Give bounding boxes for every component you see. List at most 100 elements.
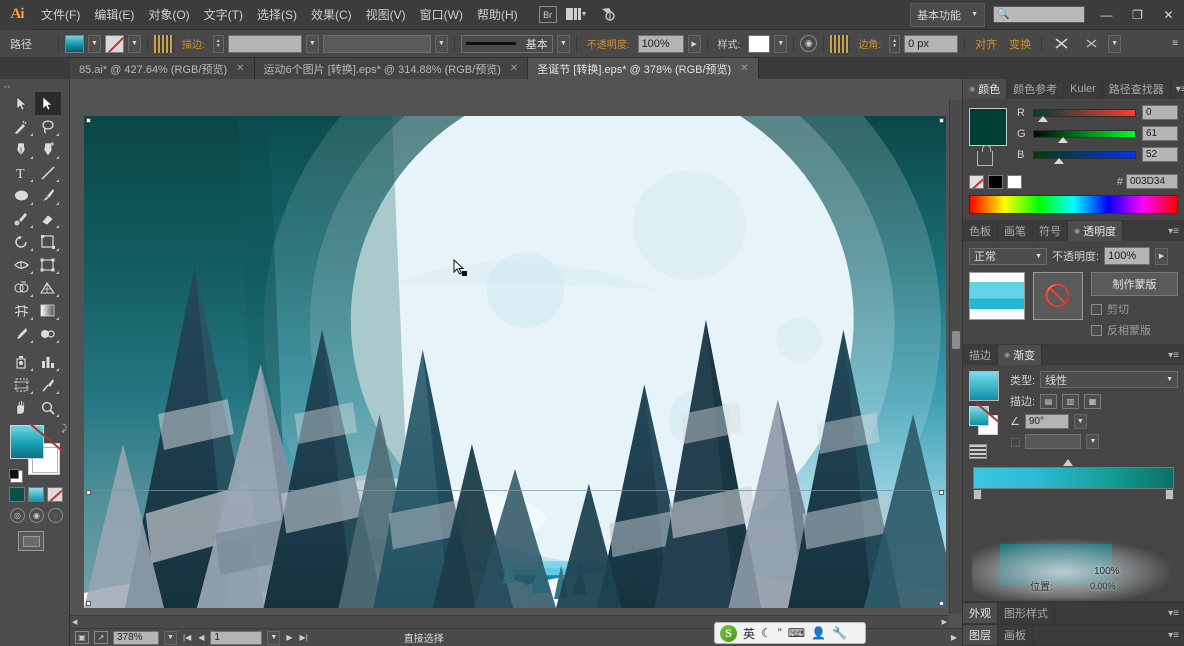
gradient-stop[interactable]: [973, 489, 982, 500]
invert-mask-checkbox-row[interactable]: 反相蒙版: [1091, 322, 1178, 338]
style-arrow[interactable]: ▼: [774, 34, 788, 53]
gradient-midpoint-marker[interactable]: [1063, 459, 1074, 466]
blend-tool[interactable]: [35, 322, 62, 345]
search-input[interactable]: 🔍: [993, 6, 1085, 23]
share-on-behance-icon[interactable]: ↗: [94, 631, 108, 644]
stroke-gradient-along-icon[interactable]: ▥: [1062, 393, 1080, 409]
restore-button[interactable]: ❐: [1122, 0, 1153, 30]
white-color-swatch[interactable]: [1007, 174, 1022, 189]
lock-icon[interactable]: [977, 144, 993, 166]
slider-thumb-r[interactable]: [1038, 115, 1049, 122]
menu-effect[interactable]: 效果(C): [304, 0, 359, 29]
add-anchor-point-tool[interactable]: [35, 138, 62, 161]
gradient-stop[interactable]: [1165, 489, 1174, 500]
graphic-style-swatch[interactable]: [748, 34, 771, 53]
artboard-tool[interactable]: [8, 373, 35, 396]
object-thumbnail[interactable]: [969, 272, 1025, 320]
gradient-fill-stroke-toggle[interactable]: [969, 402, 1001, 436]
clip-checkbox-row[interactable]: 剪切: [1091, 301, 1178, 317]
scroll-right-arrow[interactable]: ▶: [942, 618, 947, 626]
tab-appearance[interactable]: 外观: [963, 603, 998, 623]
gradient-angle-field[interactable]: 90°: [1024, 414, 1069, 429]
tab-close-icon[interactable]: ✕: [510, 63, 518, 74]
blob-brush-tool[interactable]: [8, 207, 35, 230]
zoom-tool[interactable]: [35, 396, 62, 419]
tab-close-icon[interactable]: ✕: [236, 63, 244, 74]
tab-symbols[interactable]: 符号: [1033, 221, 1068, 241]
workspace-selector[interactable]: 基本功能 ▼: [910, 2, 985, 27]
artboard-navigation-icon[interactable]: ▣: [75, 631, 89, 644]
vertical-scroll-thumb[interactable]: [952, 331, 960, 350]
artwork-illustration[interactable]: [84, 116, 946, 608]
gradient-type-dropdown[interactable]: 线性 ▼: [1040, 371, 1178, 388]
stroke-style-field[interactable]: [322, 34, 431, 53]
corner-field[interactable]: 0 px: [904, 34, 959, 53]
anchor-point[interactable]: [86, 118, 91, 123]
status-menu-arrow[interactable]: ▶: [951, 633, 957, 642]
draw-normal-icon[interactable]: ◎: [10, 508, 25, 523]
eyedropper-tool[interactable]: [8, 322, 35, 345]
opacity-field[interactable]: 100%: [1104, 247, 1151, 265]
shape-builder-tool[interactable]: [8, 276, 35, 299]
width-tool[interactable]: [8, 253, 35, 276]
ime-mode-label[interactable]: 英: [743, 625, 755, 642]
slider-track-g[interactable]: [1033, 129, 1136, 143]
layers-panel-menu-icon[interactable]: ▾≡: [1163, 625, 1184, 645]
clip-checkbox[interactable]: [1091, 303, 1102, 315]
artboard-number-field[interactable]: 1: [210, 630, 263, 645]
tab-brushes[interactable]: 画笔: [998, 221, 1033, 241]
gradient-panel-menu-icon[interactable]: ▾≡: [1163, 345, 1184, 365]
next-artboard-button[interactable]: ▶: [285, 633, 293, 642]
menu-help[interactable]: 帮助(H): [470, 0, 525, 29]
swap-fill-stroke-icon[interactable]: ⤸: [62, 423, 67, 434]
bridge-icon[interactable]: Br: [538, 6, 557, 23]
control-bar-overflow[interactable]: ≡: [1172, 38, 1178, 49]
tab-close-icon[interactable]: ✕: [740, 63, 748, 74]
current-color-swatch[interactable]: [969, 107, 1007, 146]
magic-wand-tool[interactable]: [8, 115, 35, 138]
draw-inside-icon[interactable]: ◌: [48, 508, 63, 523]
invert-mask-checkbox[interactable]: [1091, 324, 1102, 336]
tab-gradient[interactable]: ◉ 渐变: [998, 345, 1043, 365]
direct-selection-tool[interactable]: [34, 92, 61, 115]
opacity-arrow[interactable]: ▶: [687, 34, 701, 53]
profile-arrow[interactable]: ▼: [556, 34, 570, 53]
type-tool[interactable]: T: [8, 161, 35, 184]
last-artboard-button[interactable]: ▶|: [299, 633, 309, 642]
menu-window[interactable]: 窗口(W): [413, 0, 470, 29]
anchor-point[interactable]: [939, 601, 944, 606]
stroke-weight-field[interactable]: [227, 34, 302, 53]
tab-kuler[interactable]: Kuler: [1064, 79, 1103, 99]
slider-thumb-g[interactable]: [1058, 136, 1069, 143]
line-segment-tool[interactable]: [35, 161, 62, 184]
moon-icon[interactable]: ☾: [761, 626, 772, 640]
slice-tool[interactable]: [35, 373, 62, 396]
scale-tool[interactable]: [35, 230, 62, 253]
black-color-swatch[interactable]: [988, 174, 1003, 189]
menu-select[interactable]: 选择(S): [250, 0, 304, 29]
corner-stepper[interactable]: ▲ ▼: [889, 34, 901, 53]
anchor-point[interactable]: [86, 489, 91, 495]
paintbrush-tool[interactable]: [35, 184, 62, 207]
color-spectrum-bar[interactable]: [969, 195, 1178, 214]
transparency-panel-menu-icon[interactable]: ▾≡: [1163, 221, 1184, 241]
fill-swatch[interactable]: [65, 34, 84, 53]
hex-field[interactable]: 003D34: [1126, 174, 1178, 189]
fill-dropdown-arrow[interactable]: ▼: [88, 34, 101, 53]
anchor-point[interactable]: [939, 489, 944, 495]
tools-panel-grip[interactable]: ▪▪: [0, 83, 69, 92]
stroke-swatch[interactable]: [105, 34, 124, 53]
keyboard-icon[interactable]: ⌨: [788, 626, 805, 640]
eraser-tool[interactable]: [35, 207, 62, 230]
zoom-level-field[interactable]: 378%: [113, 630, 159, 645]
gradient-aspect-field[interactable]: [1025, 434, 1082, 449]
artboard-dropdown-arrow[interactable]: ▼: [267, 630, 281, 645]
none-color-swatch[interactable]: [969, 174, 984, 189]
wrench-icon[interactable]: 🔧: [832, 626, 847, 640]
ellipse-tool[interactable]: [8, 184, 35, 207]
mask-thumbnail[interactable]: 🚫: [1033, 272, 1083, 320]
screen-mode-button[interactable]: [18, 531, 44, 551]
ime-toolbar[interactable]: S 英 ☾ ” ⌨ 👤 🔧: [714, 622, 866, 644]
minimize-button[interactable]: —: [1091, 0, 1122, 30]
default-fill-stroke-icon[interactable]: [9, 469, 23, 483]
